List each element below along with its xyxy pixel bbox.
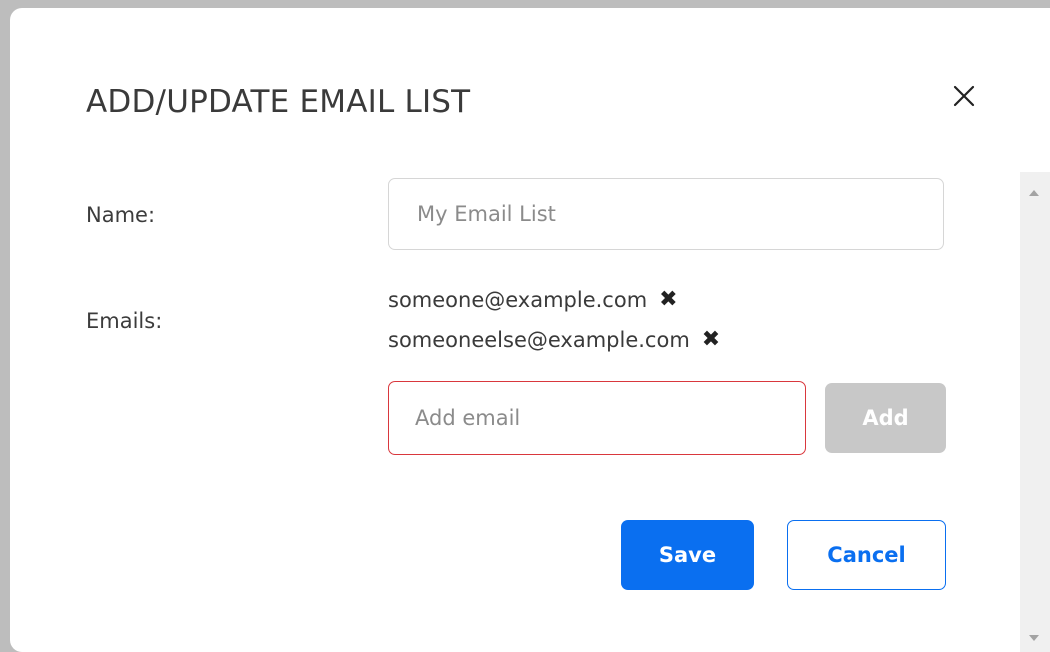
save-button[interactable]: Save (621, 520, 754, 590)
scroll-down-arrow-icon[interactable] (1029, 635, 1039, 641)
email-address: someoneelse@example.com (388, 328, 690, 352)
remove-email-icon[interactable]: ✖ (659, 289, 677, 311)
add-email-input[interactable] (388, 381, 806, 455)
email-address: someone@example.com (388, 288, 648, 312)
close-icon[interactable] (948, 80, 980, 112)
name-input[interactable] (388, 178, 944, 250)
email-list-dialog: ADD/UPDATE EMAIL LIST Name: Emails: some… (10, 8, 1050, 652)
email-item: someoneelse@example.com ✖ (388, 320, 720, 360)
scroll-up-arrow-icon[interactable] (1029, 190, 1039, 196)
dialog-title: ADD/UPDATE EMAIL LIST (86, 84, 471, 120)
name-label: Name: (86, 203, 156, 227)
remove-email-icon[interactable]: ✖ (702, 329, 720, 351)
email-list: someone@example.com ✖ someoneelse@exampl… (388, 280, 720, 360)
vertical-scrollbar[interactable] (1020, 172, 1050, 652)
email-item: someone@example.com ✖ (388, 280, 720, 320)
emails-label: Emails: (86, 309, 163, 333)
add-email-button[interactable]: Add (825, 383, 946, 453)
cancel-button[interactable]: Cancel (787, 520, 946, 590)
